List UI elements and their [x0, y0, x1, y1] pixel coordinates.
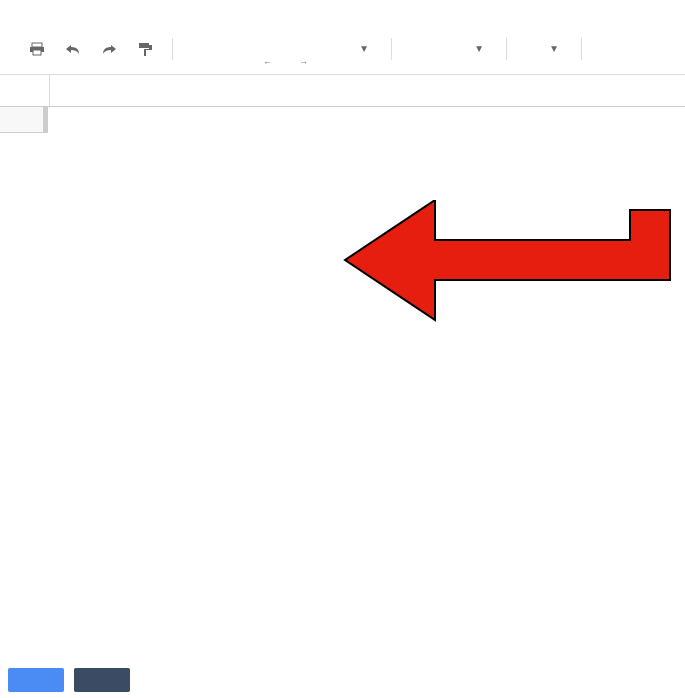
more-formats-dropdown[interactable]: ▼ [329, 40, 379, 59]
separator [581, 38, 582, 60]
fx-label [0, 75, 50, 106]
bottom-button-dark[interactable] [74, 668, 130, 692]
decrease-decimal-button[interactable]: ← [257, 34, 287, 64]
font-family-dropdown[interactable]: ▼ [404, 40, 494, 59]
separator [391, 38, 392, 60]
toolbar: ← → ▼ ▼ ▼ [0, 28, 685, 75]
column-headers [0, 107, 685, 133]
document-title [0, 0, 685, 10]
spreadsheet [0, 107, 685, 133]
bottom-button-blue[interactable] [8, 668, 64, 692]
paint-format-icon[interactable] [130, 34, 160, 64]
chevron-down-icon: ▼ [474, 44, 484, 55]
annotation-arrow [340, 200, 680, 340]
separator [172, 38, 173, 60]
currency-button[interactable] [185, 34, 215, 64]
menu-bar [0, 10, 685, 28]
chevron-down-icon: ▼ [549, 44, 559, 55]
print-icon[interactable] [22, 34, 52, 64]
bottom-bar [0, 662, 685, 698]
separator [506, 38, 507, 60]
percent-button[interactable] [221, 34, 251, 64]
redo-icon[interactable] [94, 34, 124, 64]
chevron-down-icon: ▼ [359, 44, 369, 55]
undo-icon[interactable] [58, 34, 88, 64]
formula-bar [0, 75, 685, 107]
font-size-dropdown[interactable]: ▼ [519, 40, 569, 59]
increase-decimal-button[interactable]: → [293, 34, 323, 64]
col-header-d[interactable] [47, 107, 48, 133]
select-all-corner[interactable] [0, 107, 44, 133]
